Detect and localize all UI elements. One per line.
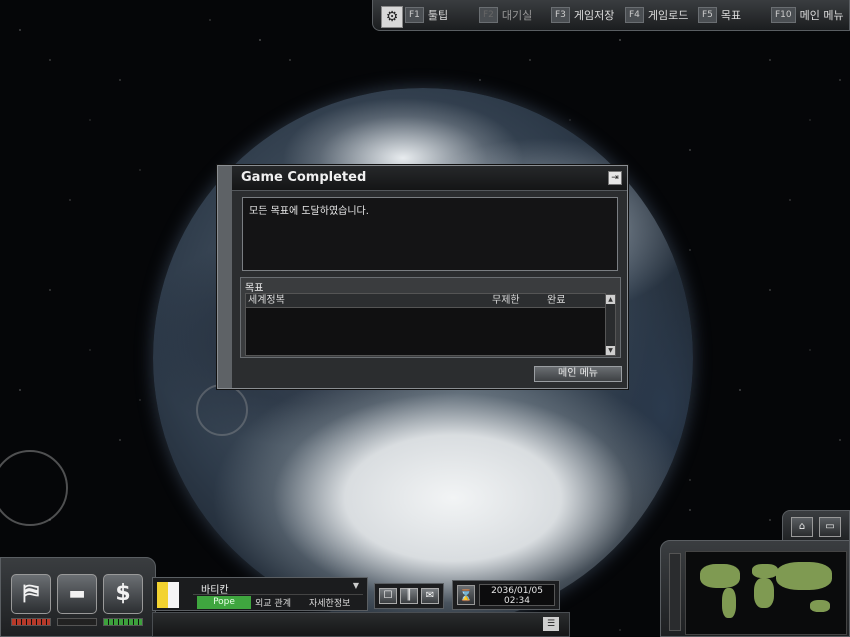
divider (193, 594, 363, 595)
economy-meter (103, 618, 143, 626)
land-europe (752, 564, 778, 578)
objectives-scrollbar[interactable]: ▲ ▼ (605, 294, 616, 356)
close-icon[interactable]: ⇥ (608, 171, 622, 185)
home-icon[interactable]: ⌂ (791, 517, 813, 537)
scroll-down-icon[interactable]: ▼ (606, 346, 615, 355)
menu-save-game[interactable]: F3 게임저장 (551, 6, 614, 24)
date-time-panel: ⌛ 2036/01/05 02:34 (452, 580, 560, 610)
key-f5: F5 (698, 7, 717, 23)
mail-icon[interactable]: ✉ (421, 588, 439, 604)
menu-objectives-label: 목표 (720, 9, 742, 22)
menu-load-game[interactable]: F4 게임로드 (625, 6, 688, 24)
dropdown-arrow-icon[interactable]: ▼ (353, 581, 359, 590)
date-display: 2036/01/05 02:34 (479, 584, 555, 606)
top-menu-bar: ⚙ F1 툴팁 F2 대기실 F3 게임저장 F4 게임로드 F5 목표 F10… (372, 0, 850, 31)
dollar-icon[interactable]: $ (103, 574, 143, 614)
hourglass-icon[interactable]: ⌛ (457, 585, 475, 605)
land-south-america (722, 588, 736, 618)
date-text: 2036/01/05 (491, 586, 543, 596)
objectives-label: 목표 (245, 283, 264, 294)
key-f2: F2 (479, 7, 498, 23)
diplomacy-button[interactable]: 외교 관계 (255, 596, 291, 609)
land-north-america (700, 564, 740, 588)
minimap[interactable] (685, 551, 847, 635)
menu-load-game-label: 게임로드 (647, 9, 689, 22)
land-asia (776, 562, 832, 590)
key-f1: F1 (405, 7, 424, 23)
politics-meter (11, 618, 51, 626)
menu-tooltip[interactable]: F1 툴팁 (405, 6, 448, 24)
menu-main-menu-label: 메인 메뉴 (799, 9, 844, 22)
command-panel: ⛿ ▬ $ (0, 557, 156, 637)
rotate-ring[interactable] (196, 384, 248, 436)
objectives-panel: 목표 세계정복 무제한 완료 ▲ ▼ (240, 277, 621, 358)
menu-tooltip-label: 툴팁 (427, 9, 449, 22)
header-completed[interactable]: 완료 (547, 294, 565, 307)
key-f4: F4 (625, 7, 644, 23)
gear-icon[interactable]: ⚙ (381, 6, 403, 28)
dialog-title: Game Completed (241, 170, 367, 185)
header-time-limit[interactable]: 무제한 (492, 294, 520, 307)
key-f3: F3 (551, 7, 570, 23)
country-selector[interactable]: 바티칸 ▼ Pope 외교 관계 자세한정보 (152, 577, 368, 611)
menu-main-menu[interactable]: F10 메인 메뉴 (771, 6, 844, 24)
land-australia (810, 600, 830, 612)
land-africa (754, 578, 774, 608)
header-objective[interactable]: 세계정복 (248, 294, 285, 307)
minimap-controls: ⌂ ▭ (782, 510, 850, 544)
military-meter (57, 618, 97, 626)
game-completed-dialog: Game Completed ⇥ 모든 목표에 도달하였습니다. 목표 세계정복… (217, 165, 628, 389)
menu-lobby: F2 대기실 (479, 6, 532, 24)
menu-objectives[interactable]: F5 목표 (698, 6, 741, 24)
minimap-panel (660, 540, 850, 637)
main-menu-button[interactable]: 메인 메뉴 (534, 366, 622, 382)
leader-button[interactable]: Pope (197, 596, 251, 609)
time-text: 02:34 (504, 596, 530, 606)
chat-icon[interactable]: ☐ (379, 588, 397, 604)
vatican-flag (157, 582, 179, 608)
objectives-table: 세계정복 무제한 완료 (245, 293, 606, 356)
minimap-side-bar (669, 553, 681, 631)
details-button[interactable]: 자세한정보 (309, 596, 350, 609)
dialog-side-strip (218, 166, 232, 388)
scroll-up-icon[interactable]: ▲ (606, 295, 615, 304)
camera-icon[interactable]: ▭ (819, 517, 841, 537)
log-icon[interactable]: ☰ (543, 617, 559, 631)
menu-lobby-label: 대기실 (501, 9, 533, 22)
table-header: 세계정복 무제한 완료 (246, 294, 605, 308)
menu-save-game-label: 게임저장 (573, 9, 615, 22)
chart-icon[interactable]: ║ (400, 588, 418, 604)
podium-icon[interactable]: ⛿ (11, 574, 51, 614)
dialog-title-bar[interactable]: Game Completed ⇥ (232, 166, 627, 191)
message-strip: ☰ (152, 612, 570, 637)
message-box: 모든 목표에 도달하였습니다. (242, 197, 618, 271)
tank-icon[interactable]: ▬ (57, 574, 97, 614)
quick-icons: ☐ ║ ✉ (374, 583, 444, 609)
key-f10: F10 (771, 7, 796, 23)
completion-message: 모든 목표에 도달하였습니다. (249, 206, 369, 217)
